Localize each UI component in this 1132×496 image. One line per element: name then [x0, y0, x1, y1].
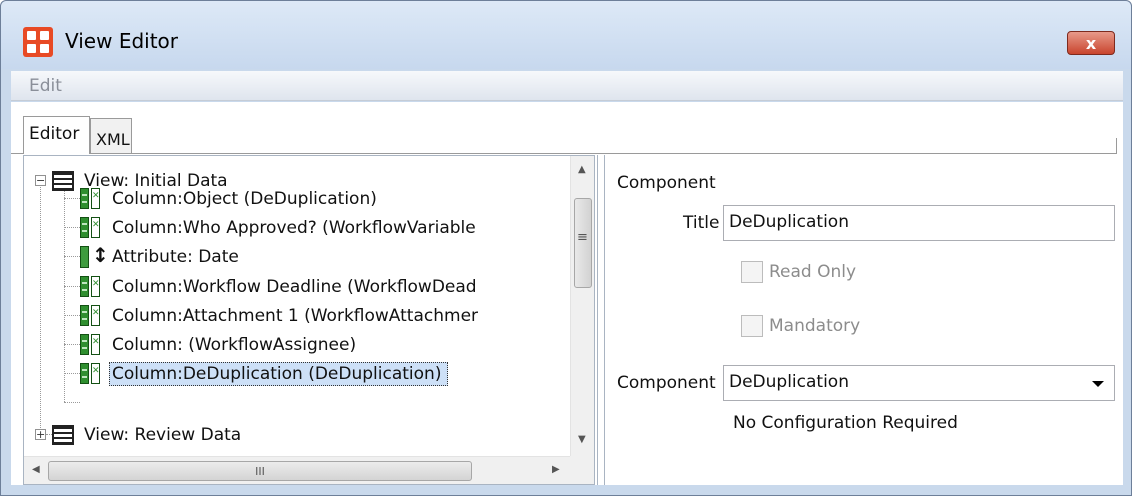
- tree-node-column[interactable]: Column:Workflow Deadline (WorkflowDead: [80, 272, 480, 301]
- view-editor-window: View Editor x Edit Editor XML − View: In…: [0, 0, 1132, 496]
- tree-node-column-selected[interactable]: Column:DeDuplication (DeDuplication): [80, 359, 449, 388]
- attribute-icon: ↕: [80, 243, 109, 268]
- tree-node-label: Attribute: Date: [112, 246, 239, 267]
- tab-divider-edge: [1115, 138, 1117, 154]
- tree-node-label: Column:Attachment 1 (WorkflowAttachmer: [112, 305, 479, 326]
- tree-node-view[interactable]: View: Review Data: [52, 420, 244, 449]
- tree-connector: [64, 182, 65, 402]
- grip-icon: III: [255, 464, 265, 478]
- view-tree[interactable]: − View: Initial Data Column:Object (DeDu…: [24, 156, 570, 456]
- tree-horizontal-scrollbar[interactable]: ◀ III ▶: [24, 456, 570, 484]
- mandatory-label: Mandatory: [769, 316, 861, 336]
- component-dropdown[interactable]: DeDuplication: [723, 365, 1115, 401]
- expand-icon[interactable]: +: [35, 429, 46, 440]
- tab-xml[interactable]: XML: [90, 118, 132, 154]
- chevron-down-icon[interactable]: [1092, 381, 1104, 387]
- tree-connector: [64, 227, 80, 228]
- tab-editor[interactable]: Editor: [23, 116, 90, 154]
- component-dropdown-value: DeDuplication: [729, 372, 849, 392]
- tree-connector: [64, 402, 80, 403]
- column-icon: [80, 363, 102, 384]
- scroll-up-icon[interactable]: ▲: [578, 164, 586, 175]
- tree-pane: − View: Initial Data Column:Object (DeDu…: [23, 155, 595, 485]
- close-icon: x: [1085, 33, 1097, 53]
- component-label: Component: [617, 373, 716, 393]
- tree-vertical-scrollbar[interactable]: ▲ ≡ ▼: [570, 156, 594, 456]
- collapse-icon[interactable]: −: [35, 175, 46, 186]
- tree-connector: [40, 180, 41, 434]
- tree-node-label: Column: (WorkflowAssignee): [112, 334, 357, 355]
- mandatory-checkbox-box[interactable]: [741, 315, 763, 337]
- column-icon: [80, 217, 102, 238]
- tree-node-column[interactable]: Column:Object (DeDuplication): [80, 184, 380, 213]
- column-icon: [80, 188, 102, 209]
- tree-node-column[interactable]: Column: (WorkflowAssignee): [80, 330, 359, 359]
- view-icon: [52, 424, 74, 445]
- tab-divider: [11, 153, 1117, 154]
- title-field[interactable]: DeDuplication: [723, 205, 1115, 241]
- tree-node-label: Column:Who Approved? (WorkflowVariable: [112, 217, 476, 238]
- window-bottom-border: [11, 485, 1123, 489]
- config-note: No Configuration Required: [733, 413, 958, 433]
- tree-connector: [64, 198, 80, 199]
- column-icon: [80, 334, 102, 355]
- column-icon: [80, 305, 102, 326]
- menu-bar: Edit: [11, 71, 1123, 101]
- tree-node-attribute[interactable]: ↕ Attribute: Date: [80, 242, 242, 271]
- properties-pane: Component Title DeDuplication Read Only …: [605, 155, 1117, 485]
- section-title: Component: [617, 173, 716, 193]
- read-only-checkbox-box[interactable]: [741, 261, 763, 283]
- scroll-right-icon[interactable]: ▶: [552, 464, 560, 475]
- tree-connector: [64, 256, 80, 257]
- tree-connector: [64, 344, 80, 345]
- title-bar[interactable]: View Editor x: [1, 1, 1131, 69]
- scroll-down-icon[interactable]: ▼: [578, 434, 586, 445]
- app-icon: [23, 27, 53, 57]
- read-only-label: Read Only: [769, 262, 857, 282]
- view-icon: [52, 170, 74, 191]
- editor-client-area: Editor XML − View: Initial Data ✕ Column…: [11, 102, 1123, 485]
- horizontal-scroll-thumb[interactable]: III: [48, 461, 472, 481]
- pane-splitter[interactable]: [597, 155, 605, 485]
- column-icon: [80, 276, 102, 297]
- title-field-value: DeDuplication: [729, 212, 849, 232]
- mandatory-checkbox[interactable]: Mandatory: [741, 315, 860, 337]
- scroll-left-icon[interactable]: ◀: [32, 464, 40, 475]
- tree-connector: [64, 286, 80, 287]
- scroll-corner: [570, 456, 594, 484]
- tree-node-label: Column:Workflow Deadline (WorkflowDead: [112, 276, 477, 297]
- tree-connector: [64, 315, 80, 316]
- tree-connector: [64, 373, 80, 374]
- tree-node-column[interactable]: Column:Who Approved? (WorkflowVariable: [80, 213, 479, 242]
- tree-node-label: Column:DeDuplication (DeDuplication): [109, 361, 449, 386]
- read-only-checkbox[interactable]: Read Only: [741, 261, 856, 283]
- grip-icon: ≡: [577, 230, 588, 245]
- tree-node-column[interactable]: Column:Attachment 1 (WorkflowAttachmer: [80, 301, 481, 330]
- menu-edit[interactable]: Edit: [29, 76, 62, 96]
- close-button[interactable]: x: [1067, 31, 1115, 55]
- title-label: Title: [683, 213, 720, 233]
- tab-strip: Editor XML: [11, 102, 1123, 154]
- tree-node-label: Column:Object (DeDuplication): [112, 188, 377, 209]
- window-title: View Editor: [65, 29, 179, 53]
- tree-node-label: View: Review Data: [84, 424, 242, 445]
